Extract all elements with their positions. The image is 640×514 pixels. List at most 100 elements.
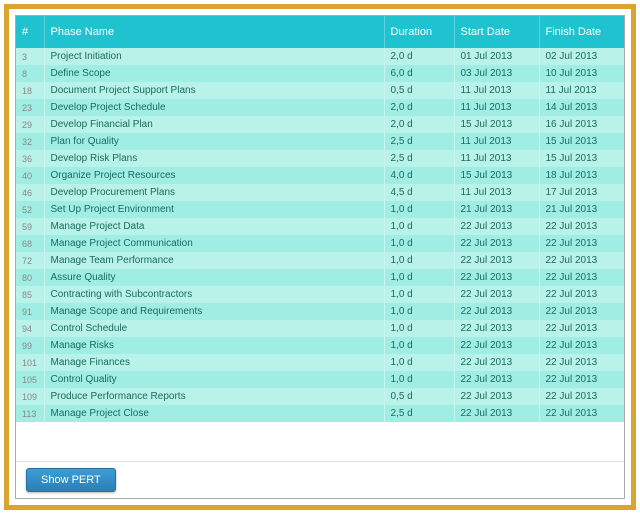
cell-phase-name: Manage Scope and Requirements [44, 303, 384, 320]
cell-start-date: 22 Jul 2013 [454, 371, 539, 388]
cell-finish-date: 22 Jul 2013 [539, 235, 624, 252]
cell-finish-date: 22 Jul 2013 [539, 388, 624, 405]
cell-num: 32 [16, 133, 44, 150]
cell-num: 72 [16, 252, 44, 269]
table-row[interactable]: 68Manage Project Communication1,0 d22 Ju… [16, 235, 624, 252]
cell-phase-name: Contracting with Subcontractors [44, 286, 384, 303]
cell-duration: 1,0 d [384, 201, 454, 218]
show-pert-button[interactable]: Show PERT [26, 468, 116, 492]
cell-phase-name: Develop Procurement Plans [44, 184, 384, 201]
cell-finish-date: 22 Jul 2013 [539, 405, 624, 422]
table-row[interactable]: 94Control Schedule1,0 d22 Jul 201322 Jul… [16, 320, 624, 337]
cell-start-date: 15 Jul 2013 [454, 167, 539, 184]
cell-num: 52 [16, 201, 44, 218]
header-duration[interactable]: Duration [384, 16, 454, 48]
cell-phase-name: Develop Financial Plan [44, 116, 384, 133]
table-row[interactable]: 109Produce Performance Reports0,5 d22 Ju… [16, 388, 624, 405]
cell-finish-date: 22 Jul 2013 [539, 320, 624, 337]
table-row[interactable]: 105Control Quality1,0 d22 Jul 201322 Jul… [16, 371, 624, 388]
table-row[interactable]: 101Manage Finances1,0 d22 Jul 201322 Jul… [16, 354, 624, 371]
cell-num: 80 [16, 269, 44, 286]
cell-duration: 2,5 d [384, 150, 454, 167]
cell-phase-name: Manage Risks [44, 337, 384, 354]
cell-phase-name: Define Scope [44, 65, 384, 82]
cell-phase-name: Set Up Project Environment [44, 201, 384, 218]
cell-finish-date: 17 Jul 2013 [539, 184, 624, 201]
cell-finish-date: 16 Jul 2013 [539, 116, 624, 133]
cell-finish-date: 22 Jul 2013 [539, 218, 624, 235]
table-row[interactable]: 36Develop Risk Plans2,5 d11 Jul 201315 J… [16, 150, 624, 167]
header-phase-name[interactable]: Phase Name [44, 16, 384, 48]
cell-finish-date: 02 Jul 2013 [539, 48, 624, 65]
header-start-date[interactable]: Start Date [454, 16, 539, 48]
cell-num: 59 [16, 218, 44, 235]
table-row[interactable]: 40Organize Project Resources4,0 d15 Jul … [16, 167, 624, 184]
cell-phase-name: Manage Team Performance [44, 252, 384, 269]
cell-finish-date: 18 Jul 2013 [539, 167, 624, 184]
table-row[interactable]: 3Project Initiation2,0 d01 Jul 201302 Ju… [16, 48, 624, 65]
cell-finish-date: 22 Jul 2013 [539, 337, 624, 354]
cell-start-date: 22 Jul 2013 [454, 286, 539, 303]
cell-finish-date: 22 Jul 2013 [539, 252, 624, 269]
cell-duration: 6,0 d [384, 65, 454, 82]
footer-bar: Show PERT [16, 461, 624, 498]
cell-start-date: 01 Jul 2013 [454, 48, 539, 65]
cell-phase-name: Manage Project Communication [44, 235, 384, 252]
cell-phase-name: Assure Quality [44, 269, 384, 286]
table-row[interactable]: 85Contracting with Subcontractors1,0 d22… [16, 286, 624, 303]
cell-num: 99 [16, 337, 44, 354]
cell-num: 29 [16, 116, 44, 133]
cell-finish-date: 15 Jul 2013 [539, 133, 624, 150]
cell-finish-date: 22 Jul 2013 [539, 303, 624, 320]
cell-num: 85 [16, 286, 44, 303]
cell-duration: 1,0 d [384, 354, 454, 371]
cell-duration: 1,0 d [384, 337, 454, 354]
table-panel: # Phase Name Duration Start Date Finish … [15, 15, 625, 499]
cell-num: 105 [16, 371, 44, 388]
cell-num: 68 [16, 235, 44, 252]
table-wrapper: # Phase Name Duration Start Date Finish … [16, 16, 624, 422]
table-row[interactable]: 80Assure Quality1,0 d22 Jul 201322 Jul 2… [16, 269, 624, 286]
table-row[interactable]: 32Plan for Quality2,5 d11 Jul 201315 Jul… [16, 133, 624, 150]
table-row[interactable]: 91Manage Scope and Requirements1,0 d22 J… [16, 303, 624, 320]
cell-phase-name: Document Project Support Plans [44, 82, 384, 99]
cell-duration: 1,0 d [384, 320, 454, 337]
cell-finish-date: 14 Jul 2013 [539, 99, 624, 116]
table-row[interactable]: 29Develop Financial Plan2,0 d15 Jul 2013… [16, 116, 624, 133]
cell-finish-date: 22 Jul 2013 [539, 286, 624, 303]
table-row[interactable]: 59Manage Project Data1,0 d22 Jul 201322 … [16, 218, 624, 235]
cell-duration: 1,0 d [384, 252, 454, 269]
cell-duration: 2,0 d [384, 116, 454, 133]
cell-start-date: 15 Jul 2013 [454, 116, 539, 133]
table-row[interactable]: 46Develop Procurement Plans4,5 d11 Jul 2… [16, 184, 624, 201]
cell-phase-name: Manage Project Close [44, 405, 384, 422]
cell-duration: 1,0 d [384, 286, 454, 303]
cell-phase-name: Organize Project Resources [44, 167, 384, 184]
cell-duration: 1,0 d [384, 303, 454, 320]
cell-num: 113 [16, 405, 44, 422]
cell-phase-name: Manage Finances [44, 354, 384, 371]
cell-finish-date: 22 Jul 2013 [539, 354, 624, 371]
table-row[interactable]: 8Define Scope6,0 d03 Jul 201310 Jul 2013 [16, 65, 624, 82]
table-row[interactable]: 72Manage Team Performance1,0 d 22 Jul 201… [16, 252, 624, 269]
table-row[interactable]: 52Set Up Project Environment1,0 d21 Jul … [16, 201, 624, 218]
cell-duration: 1,0 d [384, 371, 454, 388]
cell-finish-date: 22 Jul 2013 [539, 269, 624, 286]
table-row[interactable]: 23Develop Project Schedule2,0 d11 Jul 20… [16, 99, 624, 116]
cell-num: 3 [16, 48, 44, 65]
cell-start-date: 11 Jul 2013 [454, 99, 539, 116]
cell-num: 109 [16, 388, 44, 405]
header-finish-date[interactable]: Finish Date [539, 16, 624, 48]
cell-start-date: 11 Jul 2013 [454, 150, 539, 167]
document-frame: # Phase Name Duration Start Date Finish … [4, 4, 636, 510]
cell-start-date: 11 Jul 2013 [454, 133, 539, 150]
header-num[interactable]: # [16, 16, 44, 48]
cell-duration: 0,5 d [384, 388, 454, 405]
table-row[interactable]: 113Manage Project Close2,5 d22 Jul 20132… [16, 405, 624, 422]
cell-phase-name: Develop Project Schedule [44, 99, 384, 116]
table-row[interactable]: 99Manage Risks1,0 d22 Jul 201322 Jul 201… [16, 337, 624, 354]
cell-start-date: 22 Jul 2013 [454, 337, 539, 354]
cell-duration: 1,0 d [384, 218, 454, 235]
table-row[interactable]: 18Document Project Support Plans0,5 d11 … [16, 82, 624, 99]
cell-duration: 1,0 d [384, 269, 454, 286]
